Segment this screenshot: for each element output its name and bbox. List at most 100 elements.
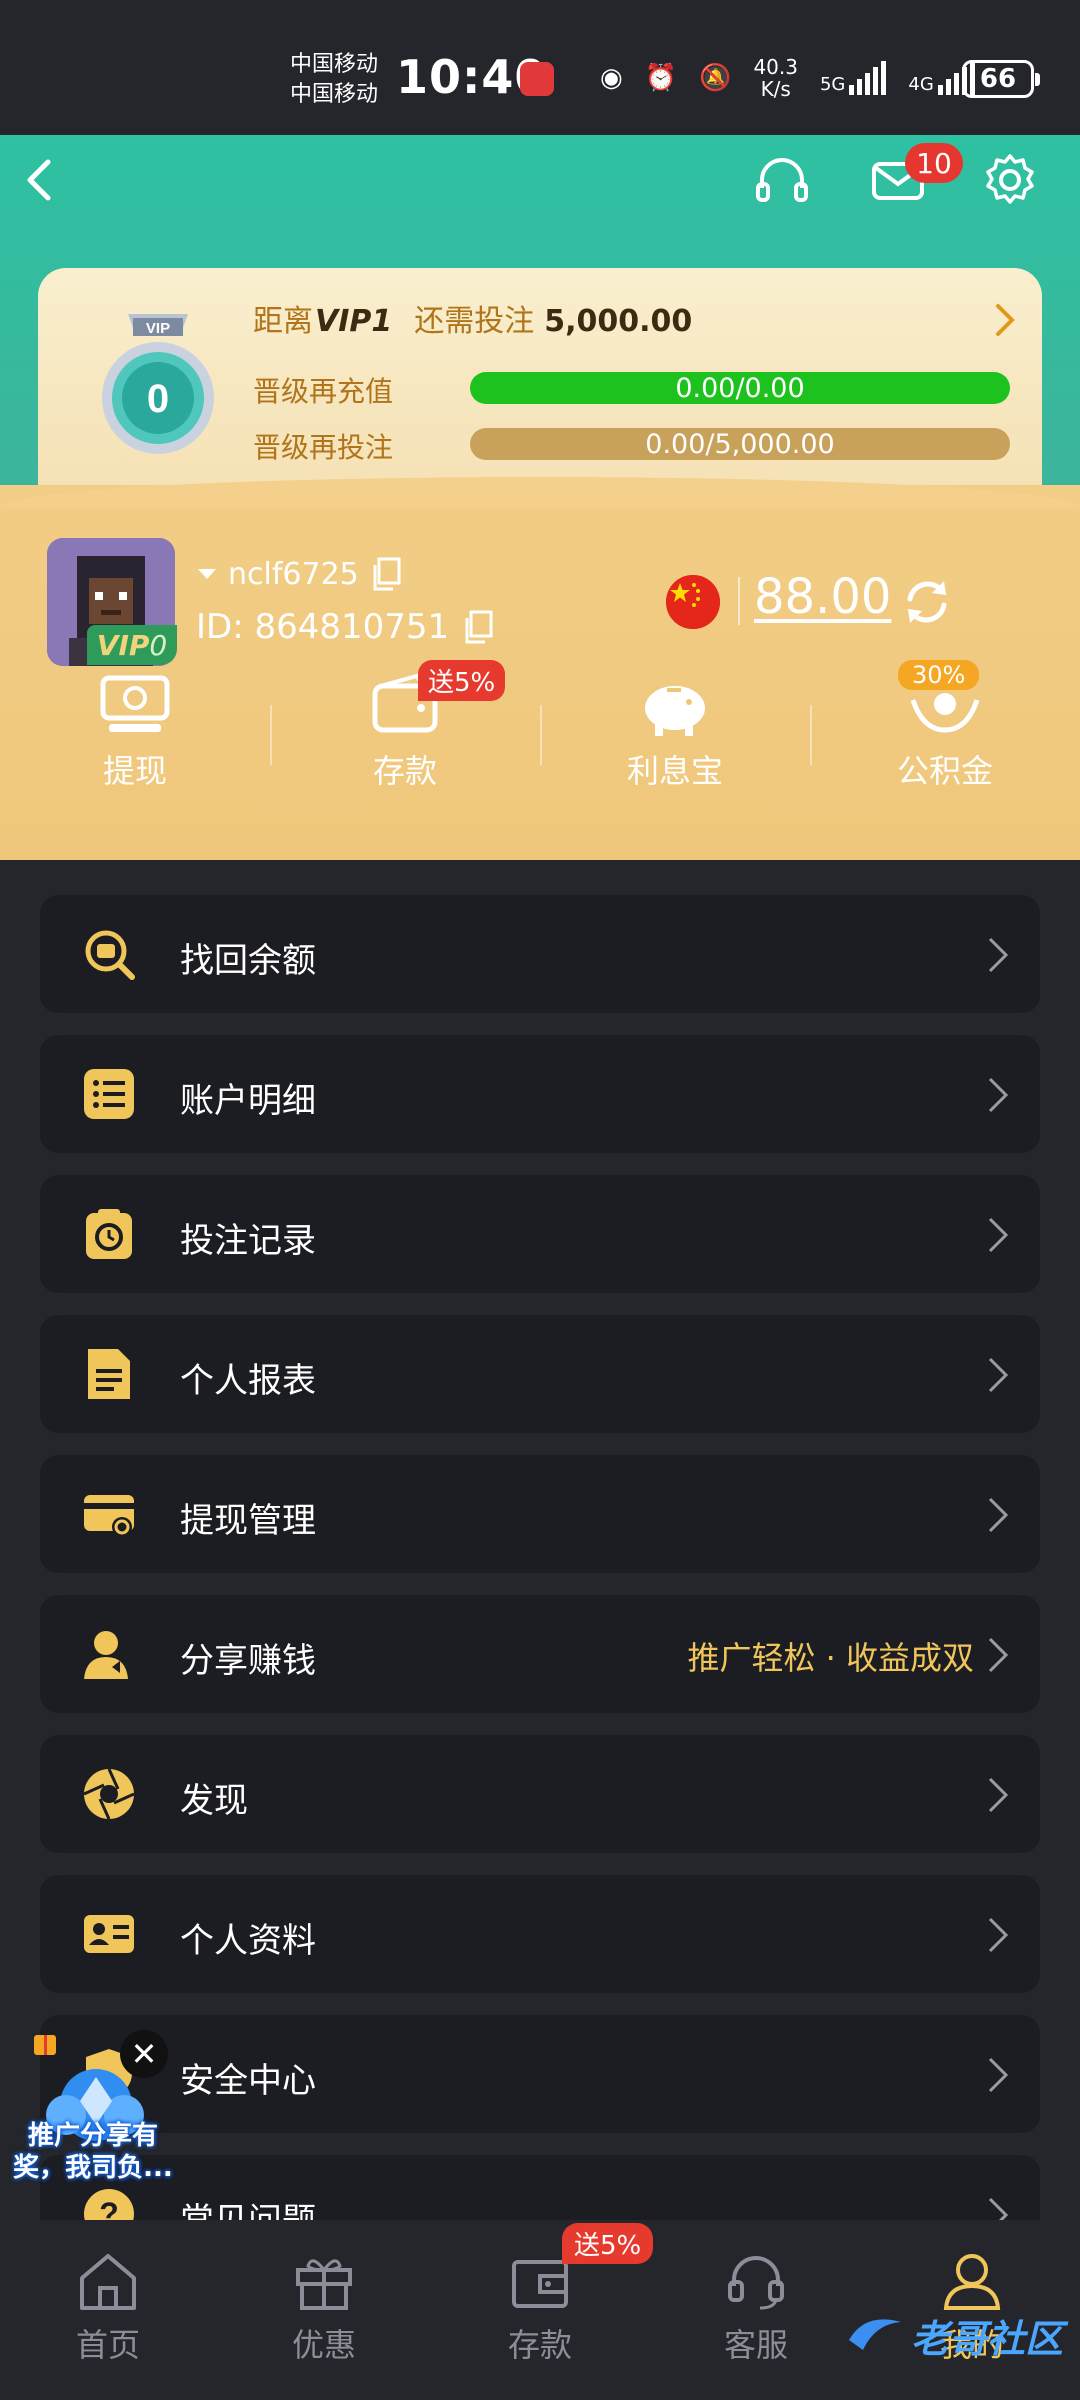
- alarm-icon: ⏰: [644, 63, 678, 93]
- recharge-progress-bar: 0.00/0.00: [470, 372, 1010, 404]
- nav-home[interactable]: 首页: [18, 2250, 198, 2366]
- menu-label: 个人资料: [180, 1921, 316, 1961]
- hd-icon: ◉: [600, 63, 623, 93]
- menu-item-bet-records[interactable]: 投注记录: [40, 1175, 1040, 1293]
- net-4g-label: 4G: [908, 74, 934, 95]
- vip-medal-icon: VIP 0: [102, 314, 214, 454]
- headset-icon[interactable]: [752, 150, 812, 210]
- system-icons: ◉ ⏰ 🔕 40.3 K/s 5G 4G: [600, 56, 975, 100]
- piggy-bank-icon: [645, 686, 705, 736]
- search-coin-icon: [85, 930, 135, 980]
- deposit-bonus-badge: 送5%: [418, 660, 506, 701]
- vip-progress-card[interactable]: VIP 0 距离VIP1 还需投注 5,000.00 晋级再充值 0.00/0.00…: [38, 268, 1042, 488]
- chevron-right-icon: [988, 1777, 1009, 1813]
- balance-amount: 88.00: [754, 569, 892, 625]
- chevron-right-icon: [988, 1217, 1009, 1253]
- menu-label: 找回余额: [180, 941, 316, 981]
- withdraw-label: 提现: [102, 752, 167, 790]
- menu-item-profile[interactable]: 个人资料: [40, 1875, 1040, 1993]
- svg-text:VIP: VIP: [146, 320, 170, 337]
- nav-deposit-label: 存款: [507, 2326, 572, 2364]
- menu-label: 个人报表: [180, 1361, 316, 1401]
- nav-deposit-badge: 送5%: [562, 2223, 654, 2264]
- vip-next-level-line: 距离VIP1 还需投注 5,000.00: [253, 296, 692, 340]
- back-icon[interactable]: [20, 150, 60, 210]
- menu-item-account-details[interactable]: 账户明细: [40, 1035, 1040, 1153]
- nav-customer-service[interactable]: 客服: [666, 2250, 846, 2366]
- chevron-right-icon: [988, 1357, 1009, 1393]
- watermark-swoosh-icon: [849, 2319, 901, 2350]
- carrier-names: 中国移动 中国移动: [290, 50, 378, 110]
- carrier-2: 中国移动: [290, 82, 379, 107]
- china-flag-icon[interactable]: [666, 575, 720, 629]
- bet-progress-bar: 0.00/5,000.00: [470, 428, 1010, 460]
- menu-item-share-earn[interactable]: 分享赚钱 推广轻松 · 收益成双: [40, 1595, 1040, 1713]
- menu-label: 提现管理: [180, 1501, 316, 1541]
- user-id-row: ID: 864810751: [196, 607, 495, 647]
- document-icon: [88, 1349, 130, 1399]
- refresh-icon[interactable]: [898, 573, 956, 631]
- menu-label: 投注记录: [180, 1221, 316, 1261]
- settings-gear-icon[interactable]: [980, 150, 1040, 210]
- interest-action[interactable]: 利息宝: [585, 670, 765, 792]
- menu-label: 安全中心: [180, 2061, 316, 2101]
- user-panel: VIP 0 nclf6725 ID: 864810751 88.00 提现 存款…: [0, 477, 1080, 860]
- chevron-right-icon[interactable]: [990, 296, 1020, 344]
- caret-down-icon[interactable]: [196, 567, 218, 581]
- nav-promotions[interactable]: 优惠: [234, 2250, 414, 2366]
- bet-progress-label: 晋级再投注: [253, 431, 394, 464]
- menu-item-withdraw-management[interactable]: 提现管理: [40, 1455, 1040, 1573]
- net-speed-unit: K/s: [760, 77, 791, 101]
- list-icon: [84, 1069, 134, 1119]
- vip-level-tag: VIP 0: [87, 625, 177, 665]
- nav-promotions-label: 优惠: [291, 2326, 356, 2364]
- net-5g-label: 5G: [819, 74, 846, 95]
- provident-fund-badge: 30%: [898, 660, 980, 690]
- copy-icon[interactable]: [461, 608, 495, 646]
- mute-icon: 🔕: [699, 63, 732, 93]
- vip-distance-prefix: 距离: [253, 304, 313, 339]
- chevron-right-icon: [988, 1637, 1009, 1673]
- card-settings-icon: [84, 1495, 134, 1537]
- headset-icon: [728, 2256, 784, 2310]
- menu-item-security-center[interactable]: 安全中心: [40, 2015, 1040, 2133]
- withdraw-action[interactable]: 提现: [45, 670, 225, 792]
- provident-fund-label: 公积金: [896, 752, 993, 790]
- chevron-right-icon: [988, 937, 1009, 973]
- clock-clipboard-icon: [86, 1209, 132, 1259]
- id-card-icon: [84, 1915, 134, 1953]
- promo-text[interactable]: 推广分享有 奖，我司负...: [8, 2120, 178, 2184]
- close-icon[interactable]: ✕: [120, 2030, 168, 2078]
- chevron-right-icon: [988, 1077, 1009, 1113]
- user-share-icon: [84, 1631, 128, 1679]
- copy-icon[interactable]: [369, 555, 403, 593]
- withdraw-icon: [100, 675, 170, 732]
- menu-item-personal-report[interactable]: 个人报表: [40, 1315, 1040, 1433]
- deposit-label: 存款: [372, 752, 437, 790]
- mail-badge: 10: [905, 143, 963, 183]
- menu-label: 发现: [180, 1781, 248, 1821]
- chevron-right-icon: [988, 2057, 1009, 2093]
- divider: [738, 577, 740, 625]
- nav-home-label: 首页: [75, 2326, 140, 2364]
- chevron-right-icon: [988, 1917, 1009, 1953]
- divider: [270, 705, 272, 765]
- net-speed-value: 40.3: [753, 55, 798, 79]
- watermark-text: 老哥社区: [911, 2316, 1064, 2361]
- menu-label: 账户明细: [180, 1081, 316, 1121]
- menu-item-discover[interactable]: 发现: [40, 1735, 1040, 1853]
- menu-item-recover-balance[interactable]: 找回余额: [40, 895, 1040, 1013]
- network-speed: 40.3 K/s: [753, 56, 798, 100]
- aperture-icon: [83, 1768, 135, 1820]
- vip-tag-level: 0: [149, 628, 168, 662]
- promo-text-line1: 推广分享有: [27, 2121, 158, 2151]
- battery-indicator: 66: [962, 60, 1040, 98]
- nav-deposit[interactable]: 存款: [450, 2250, 630, 2366]
- vip-tag-prefix: VIP: [96, 628, 150, 662]
- signal-bars-icon: [849, 61, 887, 95]
- interest-label: 利息宝: [626, 752, 723, 790]
- home-icon: [80, 2254, 136, 2310]
- nav-customer-service-label: 客服: [723, 2326, 788, 2364]
- chevron-right-icon: [988, 1497, 1009, 1533]
- divider: [810, 705, 812, 765]
